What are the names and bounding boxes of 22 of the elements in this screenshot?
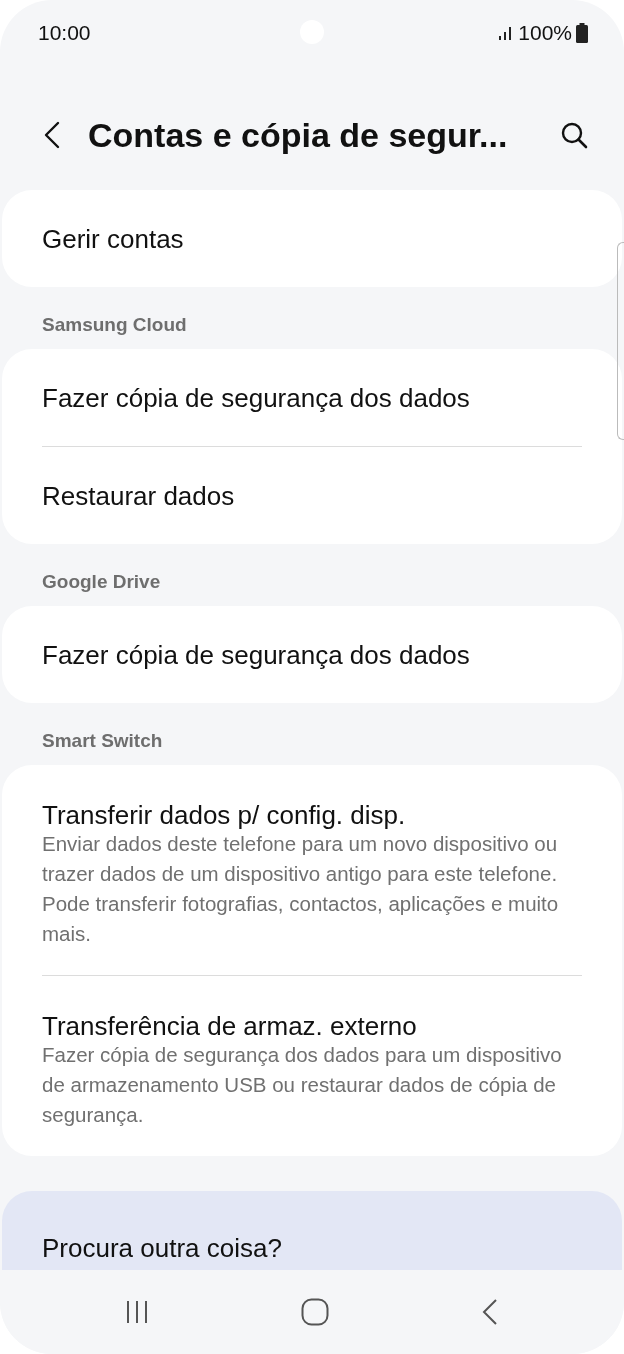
item-description: Enviar dados deste telefone para um novo dispositivo ou trazer dados de um dispositivo antigo para este telefone. Pode transferir fotografias, contactos, aplicações e muito mais. xyxy=(42,831,560,947)
menu-item[interactable]: Gerir contas xyxy=(42,222,582,255)
home-icon[interactable] xyxy=(301,1298,329,1326)
menu-item[interactable]: Restaurar dados xyxy=(42,479,582,512)
section-heading: Google Drive xyxy=(41,570,162,594)
menu-item[interactable]: Fazer cópia de segurança dos dados xyxy=(42,381,582,414)
back-icon[interactable] xyxy=(481,1298,498,1326)
page-title: Contas e cópia de segur... xyxy=(88,115,509,155)
recent-apps-icon[interactable] xyxy=(126,1300,149,1324)
back-button[interactable] xyxy=(44,121,60,149)
menu-item[interactable]: Transferir dados p/ config. disp. xyxy=(42,801,582,829)
item-description: Fazer cópia de segurança dos dados para um dispositivo de armazenamento USB ou restaurar dados de cópia de segurança. xyxy=(42,1042,563,1128)
section-heading: Smart Switch xyxy=(41,729,164,753)
search-button[interactable] xyxy=(560,121,588,149)
battery-percent: 100% xyxy=(518,21,572,45)
battery-icon xyxy=(576,23,588,43)
menu-item[interactable]: Fazer cópia de segurança dos dados xyxy=(42,638,582,671)
clock: 10:00 xyxy=(38,21,91,45)
suggestion-title: Procura outra coisa? xyxy=(42,1233,282,1263)
section-heading: Samsung Cloud xyxy=(41,313,188,337)
menu-item[interactable]: Transferência de armaz. externo xyxy=(42,1012,582,1040)
suggestion-card[interactable]: Procura outra coisa? xyxy=(2,1191,622,1270)
